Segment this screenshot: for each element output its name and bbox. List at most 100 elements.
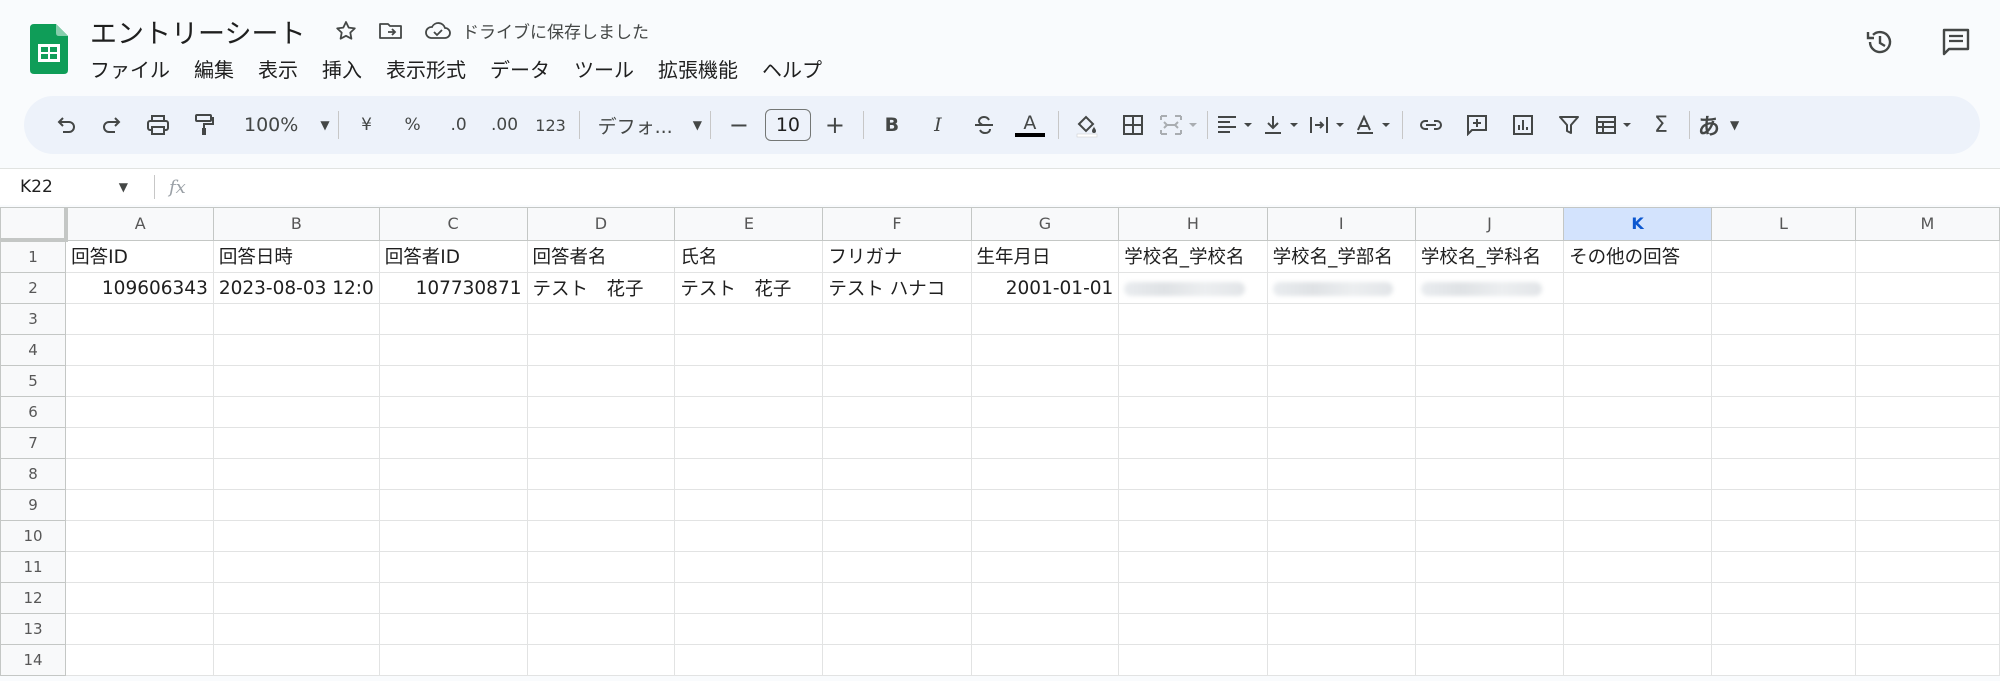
font-family-select[interactable]: デフォ... ▼: [598, 105, 702, 145]
menu-edit[interactable]: 編集: [182, 54, 246, 83]
cell-j8[interactable]: [1414, 458, 1565, 490]
cell-m1[interactable]: [1854, 239, 2000, 273]
column-header-h[interactable]: H: [1118, 207, 1268, 241]
cell-g4[interactable]: [970, 334, 1120, 366]
cell-i13[interactable]: [1266, 613, 1416, 645]
italic-button[interactable]: I: [918, 105, 958, 145]
font-size-input[interactable]: 10: [764, 109, 811, 141]
cell-g11[interactable]: [970, 551, 1120, 583]
cell-m3[interactable]: [1854, 303, 2000, 335]
sheets-logo-icon[interactable]: [30, 24, 68, 74]
text-wrapping-icon[interactable]: [1308, 105, 1348, 145]
zoom-select[interactable]: 100% ▼: [244, 105, 330, 145]
row-header[interactable]: 14: [0, 644, 67, 676]
cell-j11[interactable]: [1414, 551, 1565, 583]
cell-k10[interactable]: [1563, 520, 1713, 552]
cell-m9[interactable]: [1854, 489, 2000, 521]
cell-h14[interactable]: [1118, 644, 1268, 676]
cell-l4[interactable]: [1711, 334, 1856, 366]
cell-k12[interactable]: [1563, 582, 1713, 614]
cell-d4[interactable]: [526, 334, 676, 366]
cell-i14[interactable]: [1266, 644, 1416, 676]
cell-f6[interactable]: [822, 396, 972, 428]
cell-a14[interactable]: [65, 644, 214, 676]
column-header-l[interactable]: L: [1711, 207, 1856, 241]
cell-b5[interactable]: [212, 365, 380, 397]
cell-f9[interactable]: [822, 489, 972, 521]
merge-cells-icon[interactable]: [1159, 105, 1199, 145]
cell-h12[interactable]: [1118, 582, 1268, 614]
horizontal-align-icon[interactable]: [1216, 105, 1256, 145]
cell-e11[interactable]: [674, 551, 824, 583]
cell-c13[interactable]: [378, 613, 528, 645]
cell-c7[interactable]: [378, 427, 528, 459]
cell-e2[interactable]: テスト 花子: [674, 272, 824, 304]
cell-f11[interactable]: [822, 551, 972, 583]
cell-l8[interactable]: [1711, 458, 1856, 490]
filter-icon[interactable]: [1549, 105, 1589, 145]
cell-c12[interactable]: [378, 582, 528, 614]
cell-l13[interactable]: [1711, 613, 1856, 645]
cell-l12[interactable]: [1711, 582, 1856, 614]
cell-f5[interactable]: [822, 365, 972, 397]
row-header[interactable]: 1: [0, 239, 67, 273]
document-title[interactable]: エントリーシート: [90, 12, 305, 51]
cell-i5[interactable]: [1266, 365, 1416, 397]
star-icon[interactable]: [334, 19, 358, 43]
cell-e8[interactable]: [674, 458, 824, 490]
cell-f1[interactable]: フリガナ: [822, 239, 972, 273]
cell-i7[interactable]: [1266, 427, 1416, 459]
borders-icon[interactable]: [1113, 105, 1153, 145]
row-header[interactable]: 3: [0, 303, 67, 335]
format-currency-button[interactable]: ¥: [347, 105, 387, 145]
cell-d10[interactable]: [526, 520, 676, 552]
cell-e4[interactable]: [674, 334, 824, 366]
cell-i12[interactable]: [1266, 582, 1416, 614]
cell-e9[interactable]: [674, 489, 824, 521]
cell-e1[interactable]: 氏名: [674, 239, 824, 273]
cell-j5[interactable]: [1414, 365, 1565, 397]
cell-c4[interactable]: [378, 334, 528, 366]
column-header-m[interactable]: M: [1854, 207, 2000, 241]
cell-m8[interactable]: [1854, 458, 2000, 490]
cell-i11[interactable]: [1266, 551, 1416, 583]
menu-tools[interactable]: ツール: [562, 54, 646, 83]
cell-c14[interactable]: [378, 644, 528, 676]
cell-c10[interactable]: [378, 520, 528, 552]
cell-c9[interactable]: [378, 489, 528, 521]
column-header-b[interactable]: B: [212, 207, 380, 241]
cell-h7[interactable]: [1118, 427, 1268, 459]
cell-d9[interactable]: [526, 489, 676, 521]
cell-e10[interactable]: [674, 520, 824, 552]
input-tools-button[interactable]: あ ▼: [1698, 105, 1739, 145]
strikethrough-icon[interactable]: [964, 105, 1004, 145]
cell-f14[interactable]: [822, 644, 972, 676]
cell-l14[interactable]: [1711, 644, 1856, 676]
cell-h11[interactable]: [1118, 551, 1268, 583]
cell-a13[interactable]: [65, 613, 214, 645]
column-header-a[interactable]: A: [65, 207, 214, 241]
cell-i2[interactable]: [1266, 272, 1416, 304]
menu-format[interactable]: 表示形式: [374, 54, 478, 83]
cell-d6[interactable]: [526, 396, 676, 428]
cell-g8[interactable]: [970, 458, 1120, 490]
cell-g5[interactable]: [970, 365, 1120, 397]
cell-f13[interactable]: [822, 613, 972, 645]
cell-j13[interactable]: [1414, 613, 1565, 645]
version-history-icon[interactable]: [1864, 26, 1896, 62]
row-header[interactable]: 2: [0, 272, 67, 304]
cell-h6[interactable]: [1118, 396, 1268, 428]
cell-k14[interactable]: [1563, 644, 1713, 676]
cell-l2[interactable]: [1711, 272, 1856, 304]
cell-a11[interactable]: [65, 551, 214, 583]
select-all-corner[interactable]: [0, 207, 68, 242]
cell-h3[interactable]: [1118, 303, 1268, 335]
cell-a2[interactable]: 109606343: [65, 272, 214, 304]
cell-k7[interactable]: [1563, 427, 1713, 459]
cell-e6[interactable]: [674, 396, 824, 428]
row-header[interactable]: 11: [0, 551, 67, 583]
column-header-i[interactable]: I: [1266, 207, 1416, 241]
row-header[interactable]: 7: [0, 427, 67, 459]
cell-e7[interactable]: [674, 427, 824, 459]
cell-f4[interactable]: [822, 334, 972, 366]
